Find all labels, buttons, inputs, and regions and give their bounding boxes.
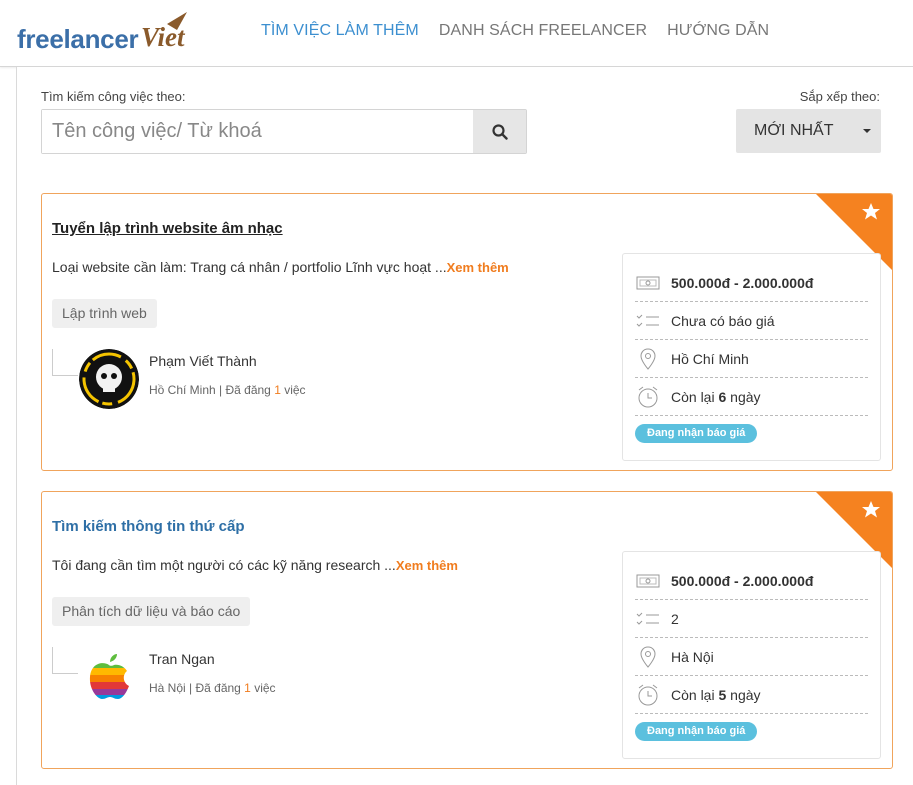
deadline-value: Còn lại 5 ngày — [671, 686, 761, 703]
money-icon — [635, 568, 661, 594]
job-info-panel: 500.000đ - 2.000.000đ Chưa có báo giá Hồ… — [622, 253, 881, 461]
main-nav: TÌM VIỆC LÀM THÊM DANH SÁCH FREELANCER H… — [261, 22, 789, 40]
deadline-value: Còn lại 6 ngày — [671, 388, 761, 405]
nav-find-jobs[interactable]: TÌM VIỆC LÀM THÊM — [261, 22, 419, 40]
read-more-link[interactable]: Xem thêm — [447, 260, 509, 275]
sort-label: Sắp xếp theo: — [799, 89, 880, 104]
job-category-tag[interactable]: Lập trình web — [52, 299, 157, 328]
search-box — [41, 109, 527, 154]
budget-value: 500.000đ - 2.000.000đ — [671, 572, 814, 589]
freelancerviet-logo[interactable]: freelancer Viet — [17, 10, 202, 58]
status-badge: Đang nhận báo giá — [635, 722, 758, 741]
budget-value: 500.000đ - 2.000.000đ — [671, 274, 814, 291]
location-value: Hà Nội — [671, 648, 714, 665]
owner-connector — [52, 647, 78, 674]
read-more-link[interactable]: Xem thêm — [396, 558, 458, 573]
sort-dropdown[interactable]: MỚI NHẤT — [736, 109, 881, 153]
logo-swoosh-icon — [167, 12, 187, 30]
bids-value: Chưa có báo giá — [671, 312, 775, 329]
status-badge: Đang nhận báo giá — [635, 424, 758, 443]
sort-selected-value: MỚI NHẤT — [754, 122, 834, 139]
job-description: Loại website cần làm: Trang cá nhân / po… — [52, 259, 509, 275]
chevron-down-icon — [863, 129, 871, 133]
job-title[interactable]: Tìm kiếm thông tin thứ cấp — [52, 518, 245, 535]
deadline-row: Còn lại 5 ngày — [635, 676, 868, 714]
location-row: Hà Nội — [635, 638, 868, 676]
bids-value: 2 — [671, 610, 679, 627]
job-card: Tuyển lập trình website âm nhạc Loại web… — [41, 193, 893, 471]
owner-connector — [52, 349, 78, 376]
owner-avatar[interactable] — [79, 647, 139, 707]
budget-row: 500.000đ - 2.000.000đ — [635, 264, 868, 302]
owner-name[interactable]: Phạm Viết Thành — [149, 353, 257, 369]
search-label: Tìm kiếm công việc theo: — [41, 89, 186, 104]
deadline-row: Còn lại 6 ngày — [635, 378, 868, 416]
bids-row: 2 — [635, 600, 868, 638]
search-button[interactable] — [473, 110, 526, 153]
owner-avatar[interactable] — [79, 349, 139, 409]
location-pin-icon — [635, 346, 661, 372]
location-pin-icon — [635, 644, 661, 670]
nav-freelancer-list[interactable]: DANH SÁCH FREELANCER — [439, 22, 647, 40]
owner-meta: Hà Nội | Đã đăng 1 việc — [149, 681, 276, 695]
job-info-panel: 500.000đ - 2.000.000đ 2 Hà Nội Còn lại 5… — [622, 551, 881, 759]
bids-row: Chưa có báo giá — [635, 302, 868, 340]
location-value: Hồ Chí Minh — [671, 350, 749, 367]
search-icon — [491, 123, 508, 140]
owner-meta: Hồ Chí Minh | Đã đăng 1 việc — [149, 383, 306, 397]
nav-guide[interactable]: HƯỚNG DẪN — [667, 22, 769, 40]
location-row: Hồ Chí Minh — [635, 340, 868, 378]
job-category-tag[interactable]: Phân tích dữ liệu và báo cáo — [52, 597, 251, 626]
job-title[interactable]: Tuyển lập trình website âm nhạc — [52, 220, 283, 237]
site-header: freelancer Viet TÌM VIỆC LÀM THÊM DANH S… — [0, 0, 913, 67]
search-input[interactable] — [42, 110, 474, 153]
alarm-clock-icon — [635, 384, 661, 410]
job-card: Tìm kiếm thông tin thứ cấp Tôi đang cần … — [41, 491, 893, 769]
money-icon — [635, 270, 661, 296]
checklist-icon — [635, 606, 661, 632]
checklist-icon — [635, 308, 661, 334]
budget-row: 500.000đ - 2.000.000đ — [635, 562, 868, 600]
alarm-clock-icon — [635, 682, 661, 708]
owner-name[interactable]: Tran Ngan — [149, 651, 215, 667]
job-description: Tôi đang cần tìm một người có các kỹ năn… — [52, 557, 458, 573]
